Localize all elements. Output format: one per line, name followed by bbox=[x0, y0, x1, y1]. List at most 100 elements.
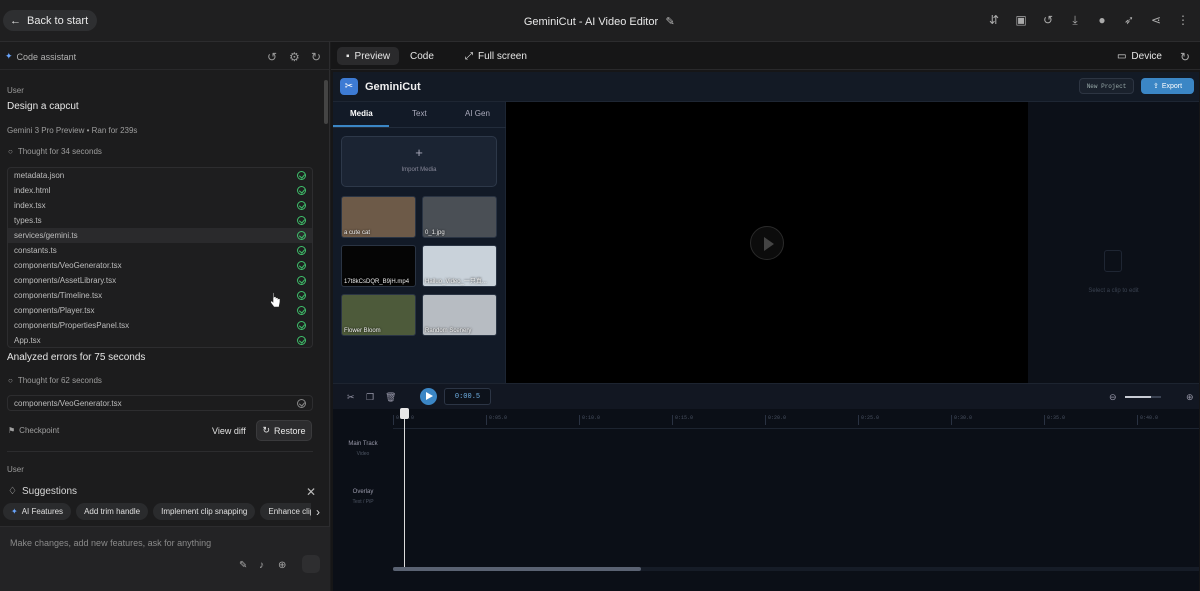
file-row[interactable]: components/VeoGenerator.tsx bbox=[8, 258, 312, 273]
device-button[interactable]: ▭ Device bbox=[1117, 51, 1162, 62]
tab-media[interactable]: Media bbox=[350, 109, 373, 118]
send-button[interactable] bbox=[302, 555, 320, 573]
history-icon[interactable]: ↺ bbox=[267, 50, 279, 64]
assistant-header: ✦ Code assistant ↺ ⚙ ↻ bbox=[0, 42, 330, 70]
checkpoint: ⚑ Checkpoint bbox=[8, 426, 59, 435]
new-project-button[interactable]: New Project bbox=[1079, 78, 1134, 94]
track-name: Overlay bbox=[352, 489, 374, 495]
check-icon bbox=[297, 291, 306, 300]
thought-1[interactable]: ○ Thought for 34 seconds bbox=[8, 147, 102, 156]
file-name: index.tsx bbox=[14, 201, 46, 210]
add-icon[interactable]: ⊕ bbox=[278, 560, 290, 572]
play-icon[interactable] bbox=[750, 226, 784, 260]
preview-panel: ▪ Preview Code ⤢ Full screen ▭ Device ↻ ✂ G… bbox=[331, 42, 1200, 591]
file-row[interactable]: constants.ts bbox=[8, 243, 312, 258]
share-icon[interactable]: ⋖ bbox=[1149, 13, 1163, 27]
analyzed-errors[interactable]: Analyzed errors for 75 seconds bbox=[7, 352, 145, 363]
track-overlay: Overlay Text / PiP bbox=[333, 489, 393, 505]
dot-icon: ▪ bbox=[346, 50, 350, 62]
translate-icon[interactable]: ⇵ bbox=[987, 13, 1001, 27]
delete-icon[interactable]: 🗑 bbox=[385, 392, 396, 403]
check-icon bbox=[297, 336, 306, 345]
file-row[interactable]: components/AssetLibrary.tsx bbox=[8, 273, 312, 288]
fixed-file-name: components/VeoGenerator.tsx bbox=[14, 398, 122, 408]
preview-header: ▪ Preview Code ⤢ Full screen ▭ Device ↻ bbox=[331, 42, 1200, 70]
chat-scrollbar[interactable] bbox=[324, 80, 328, 124]
ruler-tick: 0:25.0 bbox=[858, 415, 879, 425]
file-row[interactable]: types.ts bbox=[8, 213, 312, 228]
zoom-out-icon[interactable]: ⊖ bbox=[1109, 392, 1117, 403]
model-info: Gemini 3 Pro Preview • Ran for 239s bbox=[7, 126, 138, 135]
export-button[interactable]: ⇪ Export bbox=[1141, 78, 1194, 94]
settings-icon[interactable]: ⚙ bbox=[289, 50, 301, 64]
file-row[interactable]: App.tsx bbox=[8, 333, 312, 348]
file-row[interactable]: components/Player.tsx bbox=[8, 303, 312, 318]
timeline-ruler[interactable]: 0:00.00:05.00:10.00:15.00:20.00:25.00:30… bbox=[393, 411, 1199, 429]
sparkle-icon: ✦ bbox=[5, 51, 13, 61]
file-name: types.ts bbox=[14, 216, 42, 225]
fixed-file-row[interactable]: components/VeoGenerator.tsx bbox=[7, 395, 313, 411]
tab-text[interactable]: Text bbox=[412, 109, 427, 118]
tab-code[interactable]: Code bbox=[401, 47, 443, 65]
media-thumbnail[interactable]: a cute cat bbox=[341, 196, 416, 238]
history-icon[interactable]: ↺ bbox=[1041, 13, 1055, 27]
flag-icon: ⚑ bbox=[8, 426, 16, 435]
media-thumbnail[interactable]: Hailuo_Video_一只真... bbox=[422, 245, 497, 287]
microphone-icon[interactable]: ♪ bbox=[259, 560, 271, 572]
app-title[interactable]: GeminiCut - AI Video Editor bbox=[524, 16, 658, 28]
tab-preview[interactable]: ▪ Preview bbox=[337, 47, 400, 65]
file-name: components/VeoGenerator.tsx bbox=[14, 261, 122, 270]
duplicate-icon[interactable]: ❐ bbox=[366, 392, 374, 403]
prompt-input[interactable]: Make changes, add new features, ask for … bbox=[10, 538, 211, 548]
github-icon[interactable]: ● bbox=[1095, 13, 1109, 27]
divider bbox=[7, 451, 313, 452]
file-row[interactable]: metadata.json bbox=[8, 168, 312, 183]
media-caption: Random Scenery bbox=[425, 328, 472, 334]
check-icon bbox=[297, 276, 306, 285]
zoom-in-icon[interactable]: ⊕ bbox=[1186, 392, 1194, 403]
download-icon[interactable]: ⤓ bbox=[1068, 13, 1082, 27]
zoom-slider[interactable] bbox=[1125, 396, 1161, 398]
media-thumbnail[interactable]: Flower Bloom bbox=[341, 294, 416, 336]
file-name: App.tsx bbox=[14, 336, 41, 345]
thought-2[interactable]: ○ Thought for 62 seconds bbox=[8, 376, 102, 385]
scissors-icon[interactable]: ✂ bbox=[347, 392, 355, 403]
properties-panel: Select a clip to edit bbox=[1028, 102, 1199, 383]
back-label: Back to start bbox=[27, 14, 89, 27]
edit-title-icon[interactable]: ✎ bbox=[664, 15, 676, 28]
chip-add-trim-handle[interactable]: Add trim handle bbox=[76, 503, 149, 520]
file-row[interactable]: components/Timeline.tsx bbox=[8, 288, 312, 303]
deploy-rocket-icon[interactable]: ➶ bbox=[1122, 13, 1136, 27]
play-button[interactable] bbox=[420, 388, 437, 405]
chip-ai-features[interactable]: ✦ AI Features bbox=[3, 503, 72, 520]
magic-wand-icon[interactable]: ✎ bbox=[239, 560, 251, 572]
restore-button[interactable]: ↻ Restore bbox=[256, 420, 312, 441]
media-thumbnail[interactable]: 0_1.jpg bbox=[422, 196, 497, 238]
video-player[interactable] bbox=[506, 102, 1028, 383]
chevron-right-icon[interactable]: › bbox=[311, 503, 325, 520]
file-row[interactable]: index.html bbox=[8, 183, 312, 198]
refresh-icon[interactable]: ↻ bbox=[311, 50, 323, 64]
back-to-start-button[interactable]: ← Back to start bbox=[3, 10, 98, 31]
chip-clip-snapping[interactable]: Implement clip snapping bbox=[153, 503, 256, 520]
close-suggestions-icon[interactable]: ✕ bbox=[306, 485, 316, 499]
save-icon[interactable]: ▣ bbox=[1014, 13, 1028, 27]
playhead[interactable] bbox=[400, 408, 409, 568]
tab-full-screen[interactable]: ⤢ Full screen bbox=[456, 47, 536, 65]
file-row[interactable]: services/gemini.ts bbox=[8, 228, 312, 243]
track-main: Main Track Video bbox=[333, 441, 393, 457]
prompt-input-box[interactable]: Make changes, add new features, ask for … bbox=[0, 526, 330, 591]
view-diff-button[interactable]: View diff bbox=[212, 426, 246, 436]
suggestions-title: Suggestions bbox=[21, 486, 78, 497]
media-thumbnail[interactable]: Random Scenery bbox=[422, 294, 497, 336]
file-row[interactable]: components/PropertiesPanel.tsx bbox=[8, 318, 312, 333]
reload-icon[interactable]: ↻ bbox=[1180, 50, 1192, 64]
geminicut-logo-icon: ✂ bbox=[340, 78, 358, 95]
import-media-button[interactable]: + Import Media bbox=[341, 136, 497, 187]
ruler-tick: 0:10.0 bbox=[579, 415, 600, 425]
file-row[interactable]: index.tsx bbox=[8, 198, 312, 213]
tab-ai-gen[interactable]: AI Gen bbox=[465, 109, 490, 118]
media-thumbnail[interactable]: 17t8kCsDQR_B9jH.mp4 bbox=[341, 245, 416, 287]
suggestions-header: ♢ Suggestions bbox=[8, 486, 77, 497]
more-icon[interactable]: ⋮ bbox=[1176, 13, 1190, 27]
